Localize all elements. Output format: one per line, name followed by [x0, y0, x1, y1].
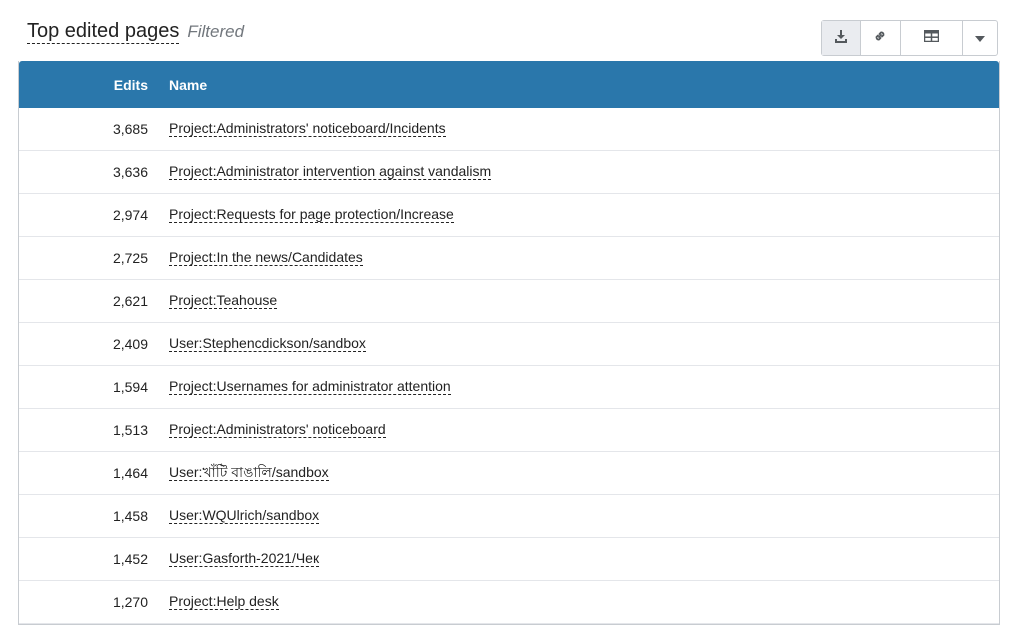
table-row: 1,270 Project:Help desk — [19, 581, 999, 624]
edits-cell: 2,621 — [112, 293, 148, 309]
link-icon — [873, 29, 887, 48]
table-header: Edits Name — [19, 61, 999, 108]
download-icon — [834, 29, 848, 48]
edits-cell: 1,594 — [112, 379, 148, 395]
page-name-link[interactable]: Project:Administrator intervention again… — [169, 164, 492, 180]
table-row: 3,636 Project:Administrator intervention … — [19, 151, 999, 194]
page-name-link[interactable]: User:খাঁটি বাঙালি/sandbox — [169, 465, 329, 481]
page-name-link[interactable]: Project:Administrators' noticeboard — [169, 422, 386, 438]
table-row: 1,452 User:Gasforth-2021/Чек — [19, 538, 999, 581]
page-name-link[interactable]: Project:Requests for page protection/Inc… — [169, 207, 454, 223]
table-row: 1,464 User:খাঁটি বাঙালি/sandbox — [19, 452, 999, 495]
page-name-link[interactable]: Project:Usernames for administrator atte… — [169, 379, 451, 395]
table-row: 2,621 Project:Teahouse — [19, 280, 999, 323]
table-row: 1,513 Project:Administrators' noticeboard — [19, 409, 999, 452]
edits-cell: 2,409 — [112, 336, 148, 352]
page-name-link[interactable]: Project:In the news/Candidates — [169, 250, 363, 266]
page-name-link[interactable]: Project:Administrators' noticeboard/Inci… — [169, 121, 446, 137]
table-row: 2,725 Project:In the news/Candidates — [19, 237, 999, 280]
page-name-link[interactable]: Project:Teahouse — [169, 293, 278, 309]
widget-title[interactable]: Top edited pages — [27, 20, 180, 44]
download-button[interactable] — [822, 21, 861, 55]
name-column-header[interactable]: Name — [169, 77, 207, 93]
table-row: 3,685 Project:Administrators' noticeboard… — [19, 108, 999, 151]
edits-cell: 3,636 — [112, 164, 148, 180]
page-name-link[interactable]: User:Stephencdickson/sandbox — [169, 336, 366, 352]
edits-cell: 1,513 — [112, 422, 148, 438]
page-name-link[interactable]: Project:Help desk — [169, 594, 279, 610]
table-view-button[interactable] — [901, 21, 964, 55]
page-name-link[interactable]: User:Gasforth-2021/Чек — [169, 551, 320, 567]
edits-cell: 1,458 — [112, 508, 148, 524]
edits-cell: 1,464 — [112, 465, 148, 481]
page-name-link[interactable]: User:WQUlrich/sandbox — [169, 508, 320, 524]
filtered-label: Filtered — [187, 22, 245, 41]
more-options-button[interactable] — [963, 21, 997, 55]
widget-header: Top edited pages Filtered — [27, 20, 244, 44]
table-row: 1,458 User:WQUlrich/sandbox — [19, 495, 999, 538]
permalink-button[interactable] — [861, 21, 901, 55]
edits-cell: 1,270 — [112, 594, 148, 610]
table-row: 2,409 User:Stephencdickson/sandbox — [19, 323, 999, 366]
edits-cell: 1,452 — [112, 551, 148, 567]
edits-cell: 3,685 — [112, 121, 148, 137]
edits-cell: 2,725 — [112, 250, 148, 266]
table-body: 3,685 Project:Administrators' noticeboard… — [19, 108, 999, 624]
top-edited-pages-table: Edits Name 3,685 Project:Administrators' … — [18, 61, 1000, 625]
table-row: 2,974 Project:Requests for page protectio… — [19, 194, 999, 237]
widget-toolbar — [821, 20, 998, 56]
edits-cell: 2,974 — [112, 207, 148, 223]
caret-down-icon — [975, 29, 986, 47]
top-edited-pages-widget: Top edited pages Filtered Edits Name 3,6… — [18, 0, 1000, 625]
edits-column-header[interactable]: Edits — [19, 77, 148, 93]
table-icon — [923, 29, 940, 47]
table-row: 1,594 Project:Usernames for administrator… — [19, 366, 999, 409]
